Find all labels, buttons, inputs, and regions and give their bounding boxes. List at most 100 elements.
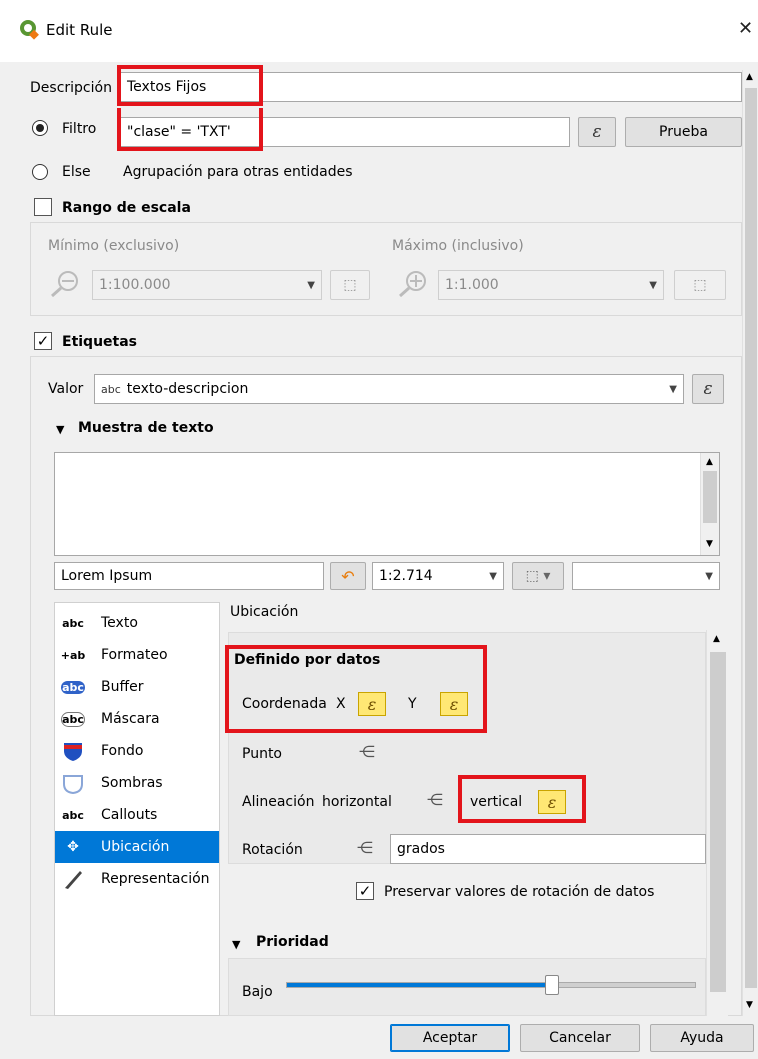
string-type-icon: abc (101, 382, 121, 396)
buffer-icon: abc (61, 680, 85, 694)
preserve-rotation-checkbox[interactable]: ✓ (356, 882, 374, 900)
collapse-triangle-icon[interactable]: ▼ (56, 423, 64, 436)
chevron-down-icon: ▼ (705, 570, 713, 582)
priority-slider-handle[interactable] (545, 975, 560, 995)
test-button[interactable]: Prueba (625, 117, 742, 147)
scrollbar-thumb[interactable] (745, 88, 757, 988)
placement-scrollbar[interactable]: ▲ (706, 630, 728, 1016)
rotation-label: Rotación (242, 842, 303, 858)
scrollbar-thumb[interactable] (703, 471, 717, 523)
sample-text-title: Muestra de texto (78, 420, 214, 436)
sidebar-item-formateo[interactable]: +ab Formateo (55, 639, 219, 671)
undo-icon: ↶ (341, 566, 355, 586)
else-label: Else (62, 164, 91, 180)
sample-preview (54, 452, 720, 556)
rotation-unit-value: grados (397, 841, 445, 857)
preview-scrollbar[interactable]: ▲ ▼ (700, 453, 719, 555)
sidebar-item-texto[interactable]: abc Texto (55, 607, 219, 639)
cancel-button[interactable]: Cancelar (520, 1024, 640, 1052)
min-scale-label: Mínimo (exclusivo) (48, 238, 180, 254)
chevron-down-icon: ▼ (649, 279, 657, 291)
data-defined-icon[interactable]: ⋲ (354, 740, 380, 762)
priority-slider[interactable] (286, 975, 696, 995)
alignment-label: Alineación (242, 794, 315, 810)
scale-range-checkbox[interactable] (34, 198, 52, 216)
else-radio[interactable] (32, 164, 48, 180)
reset-sample-button[interactable]: ↶ (330, 562, 366, 590)
value-label: Valor (48, 381, 84, 397)
sidebar-item-fondo[interactable]: Fondo (55, 735, 219, 767)
rotation-unit-combo[interactable]: grados (390, 834, 706, 864)
min-scale-value: 1:100.000 (99, 277, 171, 293)
rotation-data-defined-icon[interactable]: ⋲ (352, 836, 378, 858)
sidebar-item-callouts[interactable]: abc Callouts (55, 799, 219, 831)
text-icon: abc (62, 616, 84, 630)
sidebar-item-label: Ubicación (101, 839, 170, 855)
max-scale-value: 1:1.000 (445, 277, 499, 293)
horizontal-data-defined-icon[interactable]: ⋲ (422, 788, 448, 810)
sidebar-item-label: Representación (101, 871, 210, 887)
zoom-in-icon (399, 271, 426, 298)
chevron-up-icon[interactable]: ▲ (706, 457, 713, 467)
filter-expression-button[interactable]: ε (578, 117, 616, 147)
description-label: Descripción (30, 80, 112, 96)
labels-checkbox[interactable]: ✓ (34, 332, 52, 350)
priority-low-label: Bajo (242, 984, 273, 1000)
value-expression-button[interactable]: ε (692, 374, 724, 404)
sample-scale-value: 1:2.714 (379, 568, 433, 584)
help-button[interactable]: Ayuda (650, 1024, 754, 1052)
close-icon[interactable]: ✕ (738, 18, 753, 39)
main-scrollbar[interactable]: ▲ ▼ (742, 70, 758, 1016)
expression-icon: ε (592, 122, 602, 142)
background-shield-icon (61, 740, 85, 762)
highlight-vertical (458, 775, 586, 823)
value-field: texto-descripcion (126, 381, 249, 397)
sample-map-canvas-button[interactable]: ⬚ ▾ (512, 562, 564, 590)
sidebar-item-sombras[interactable]: Sombras (55, 767, 219, 799)
preserve-rotation-label: Preservar valores de rotación de datos (384, 884, 655, 900)
move-icon: ✥ (67, 839, 79, 855)
sidebar-item-representacion[interactable]: Representación (55, 863, 219, 895)
scrollbar-thumb[interactable] (710, 652, 726, 992)
horizontal-label: horizontal (322, 794, 392, 810)
accept-button-label: Aceptar (422, 1030, 478, 1046)
sidebar-item-label: Texto (101, 615, 138, 631)
settings-sidebar: abc Texto +ab Formateo abc Buffer abc Má… (54, 602, 220, 1016)
max-scale-combo: 1:1.000 ▼ (438, 270, 664, 300)
map-canvas-icon: ⬚ ▾ (525, 568, 551, 584)
background-color-combo[interactable]: ▼ (572, 562, 720, 590)
chevron-up-icon[interactable]: ▲ (746, 72, 753, 82)
max-scale-label: Máximo (inclusivo) (392, 238, 524, 254)
sample-text-input[interactable]: Lorem Ipsum (54, 562, 324, 590)
title-bar: Edit Rule ✕ (0, 0, 758, 62)
filter-label: Filtro (62, 121, 97, 137)
chevron-down-icon[interactable]: ▼ (706, 539, 713, 549)
accept-button[interactable]: Aceptar (390, 1024, 510, 1052)
help-button-label: Ayuda (680, 1030, 724, 1046)
map-canvas-icon: ⬚ (343, 277, 357, 293)
value-combo[interactable]: abc texto-descripcion ▼ (94, 374, 684, 404)
test-button-label: Prueba (659, 124, 708, 140)
sample-scale-combo[interactable]: 1:2.714 ▼ (372, 562, 504, 590)
chevron-down-icon: ▼ (307, 279, 315, 291)
sidebar-item-label: Callouts (101, 807, 158, 823)
highlight-description (117, 65, 263, 106)
chevron-up-icon[interactable]: ▲ (713, 634, 720, 644)
labels-title: Etiquetas (62, 334, 138, 350)
chevron-down-icon: ▼ (489, 570, 497, 582)
highlight-coordinates (225, 645, 487, 733)
sidebar-item-label: Fondo (101, 743, 144, 759)
sidebar-item-buffer[interactable]: abc Buffer (55, 671, 219, 703)
else-description: Agrupación para otras entidades (123, 164, 353, 180)
expression-icon: ε (703, 379, 713, 399)
chevron-down-icon: ▼ (669, 383, 677, 395)
chevron-down-icon[interactable]: ▼ (746, 1000, 753, 1010)
collapse-triangle-icon[interactable]: ▼ (232, 938, 240, 951)
sidebar-item-ubicacion[interactable]: ✥ Ubicación (55, 831, 219, 863)
brush-icon (61, 868, 85, 890)
sidebar-item-mascara[interactable]: abc Máscara (55, 703, 219, 735)
max-scale-map-button: ⬚ (674, 270, 726, 300)
filter-radio[interactable] (32, 120, 48, 136)
placement-title: Ubicación (230, 604, 299, 620)
qgis-logo-icon (20, 20, 39, 40)
